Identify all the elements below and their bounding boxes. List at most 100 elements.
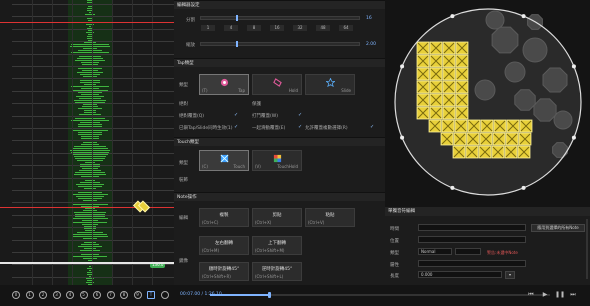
option-slide-cover-check[interactable]: ✓: [298, 124, 302, 130]
touch-note-tile[interactable]: [416, 41, 430, 55]
touch-note-tile[interactable]: [453, 132, 467, 146]
option-multi-select-check[interactable]: ✓: [370, 124, 374, 130]
option-locked-check[interactable]: ✓: [234, 124, 238, 130]
touch-note-tile[interactable]: [416, 93, 430, 107]
wheel-handle[interactable]: [400, 64, 405, 69]
division-slider[interactable]: [200, 15, 360, 21]
division-tick-button[interactable]: 48: [316, 25, 330, 31]
note-subtype-select[interactable]: [455, 248, 481, 255]
lane-tool-button[interactable]: 9: [133, 291, 142, 299]
tile-tap[interactable]: (T) Tap: [199, 74, 249, 95]
note-duration-field[interactable]: 0.000: [418, 271, 502, 278]
lane-tool-button[interactable]: 7: [106, 291, 115, 299]
touch-note-tile[interactable]: [455, 93, 469, 107]
apply-all-button[interactable]: 應用到選擇的所有Note: [531, 224, 585, 232]
pause-icon[interactable]: ❚❚: [555, 291, 565, 299]
touch-note-tile[interactable]: [465, 145, 479, 159]
touch-note-tile[interactable]: [452, 145, 466, 159]
timeline-panel[interactable]: 136.0: [0, 0, 174, 285]
lane-tool-button[interactable]: 2: [39, 291, 47, 299]
zoom-slider[interactable]: [200, 41, 360, 47]
lane-tool-button[interactable]: 1: [25, 291, 34, 299]
touch-note-tile[interactable]: [416, 106, 430, 120]
rotate-cw-button[interactable]: 順時針旋轉45° (Ctrl+Shift+R): [199, 262, 249, 281]
touch-note-tile[interactable]: [504, 145, 518, 159]
touch-note-tile[interactable]: [478, 145, 492, 159]
note-position-field[interactable]: [418, 236, 526, 243]
touch-note-tile[interactable]: [467, 119, 481, 133]
touch-note-tile[interactable]: [455, 67, 469, 81]
wheel-handle[interactable]: [571, 135, 576, 140]
touch-note-tile[interactable]: [442, 106, 456, 120]
touch-note-tile[interactable]: [442, 67, 456, 81]
lane-tool-button[interactable]: 0: [12, 291, 20, 299]
wheel-handle[interactable]: [450, 185, 455, 190]
paste-button[interactable]: 粘貼 (Ctrl+V): [305, 208, 355, 227]
lane-tool-button[interactable]: T: [147, 291, 155, 299]
zoom-slider-thumb[interactable]: [236, 41, 238, 47]
timeline-lanes[interactable]: [12, 0, 174, 285]
touch-note-tile[interactable]: [416, 67, 430, 81]
wheel-handle[interactable]: [571, 64, 576, 69]
note-extra-field[interactable]: [418, 260, 526, 267]
tile-slide[interactable]: Slide: [305, 74, 355, 95]
touch-note-tile[interactable]: [429, 54, 443, 68]
wheel-handle[interactable]: [400, 135, 405, 140]
touch-note-tile[interactable]: [416, 80, 430, 94]
touch-note-tile[interactable]: [480, 119, 494, 133]
option-absolute-cover-check[interactable]: ✓: [234, 112, 238, 118]
tile-touch[interactable]: (C) Touch: [199, 150, 249, 171]
touch-note-tile[interactable]: [517, 145, 531, 159]
touch-note-tile[interactable]: [491, 145, 505, 159]
division-tick-button[interactable]: 8: [247, 25, 261, 31]
touch-note-tile[interactable]: [429, 93, 443, 107]
touch-note-tile[interactable]: [442, 54, 456, 68]
touch-note-tile[interactable]: [466, 132, 480, 146]
touch-note-tile[interactable]: [492, 132, 506, 146]
touch-note-tile[interactable]: [442, 41, 456, 55]
tile-touchhold[interactable]: (V) TouchHold: [252, 150, 302, 171]
seek-bar[interactable]: [210, 292, 550, 298]
lane-tool-button[interactable]: 4: [66, 291, 74, 299]
touch-note-tile[interactable]: [479, 132, 493, 146]
touch-note-tile[interactable]: [455, 80, 469, 94]
division-tick-button[interactable]: 16: [270, 25, 284, 31]
wheel-handle[interactable]: [450, 14, 455, 19]
rotation-wheel-panel[interactable]: [385, 0, 590, 207]
touch-note-tile[interactable]: [429, 41, 443, 55]
cut-button[interactable]: 剪貼 (Ctrl+X): [252, 208, 302, 227]
touch-note-tile[interactable]: [441, 119, 455, 133]
touch-note-tile[interactable]: [454, 119, 468, 133]
touch-note-tile[interactable]: [518, 132, 532, 146]
note-duration-stepper[interactable]: ▾: [505, 271, 515, 279]
touch-note-tile[interactable]: [519, 119, 533, 133]
lane-tool-button[interactable]: 5: [79, 291, 88, 299]
touch-note-tile[interactable]: [455, 106, 469, 120]
play-icon[interactable]: ▶: [541, 291, 549, 299]
wheel-handle[interactable]: [521, 185, 526, 190]
division-tick-button[interactable]: 64: [339, 25, 353, 31]
division-slider-thumb[interactable]: [236, 15, 238, 21]
touch-note-tile[interactable]: [506, 119, 520, 133]
flip-horizontal-button[interactable]: 左右翻轉 (Ctrl+M): [199, 236, 249, 255]
lane-tool-button[interactable]: [160, 291, 169, 299]
skip-back-icon[interactable]: ⏮: [527, 291, 535, 299]
note-editor-scrollbar[interactable]: [586, 219, 588, 279]
touch-note-tile[interactable]: [429, 67, 443, 81]
touch-note-tile[interactable]: [455, 41, 469, 55]
rotate-ccw-button[interactable]: 逆時針旋轉45° (Ctrl+Shift+L): [252, 262, 302, 281]
skip-forward-icon[interactable]: ⏭: [569, 291, 577, 299]
tile-hold[interactable]: Hold: [252, 74, 302, 95]
touch-note-tile[interactable]: [429, 106, 443, 120]
note-type-select[interactable]: Normal: [418, 248, 452, 255]
rotation-wheel[interactable]: [385, 0, 590, 207]
touch-note-tile[interactable]: [440, 132, 454, 146]
touch-note-tile[interactable]: [442, 80, 456, 94]
wheel-handle[interactable]: [521, 14, 526, 19]
option-fight-cover-check[interactable]: ✓: [298, 112, 302, 118]
flip-vertical-button[interactable]: 上下翻轉 (Ctrl+Shift+M): [252, 236, 302, 255]
division-tick-button[interactable]: 1: [201, 25, 215, 31]
division-tick-button[interactable]: 32: [293, 25, 307, 31]
lane-tool-button[interactable]: 3: [52, 291, 61, 299]
lane-tool-button[interactable]: 6: [93, 291, 101, 299]
